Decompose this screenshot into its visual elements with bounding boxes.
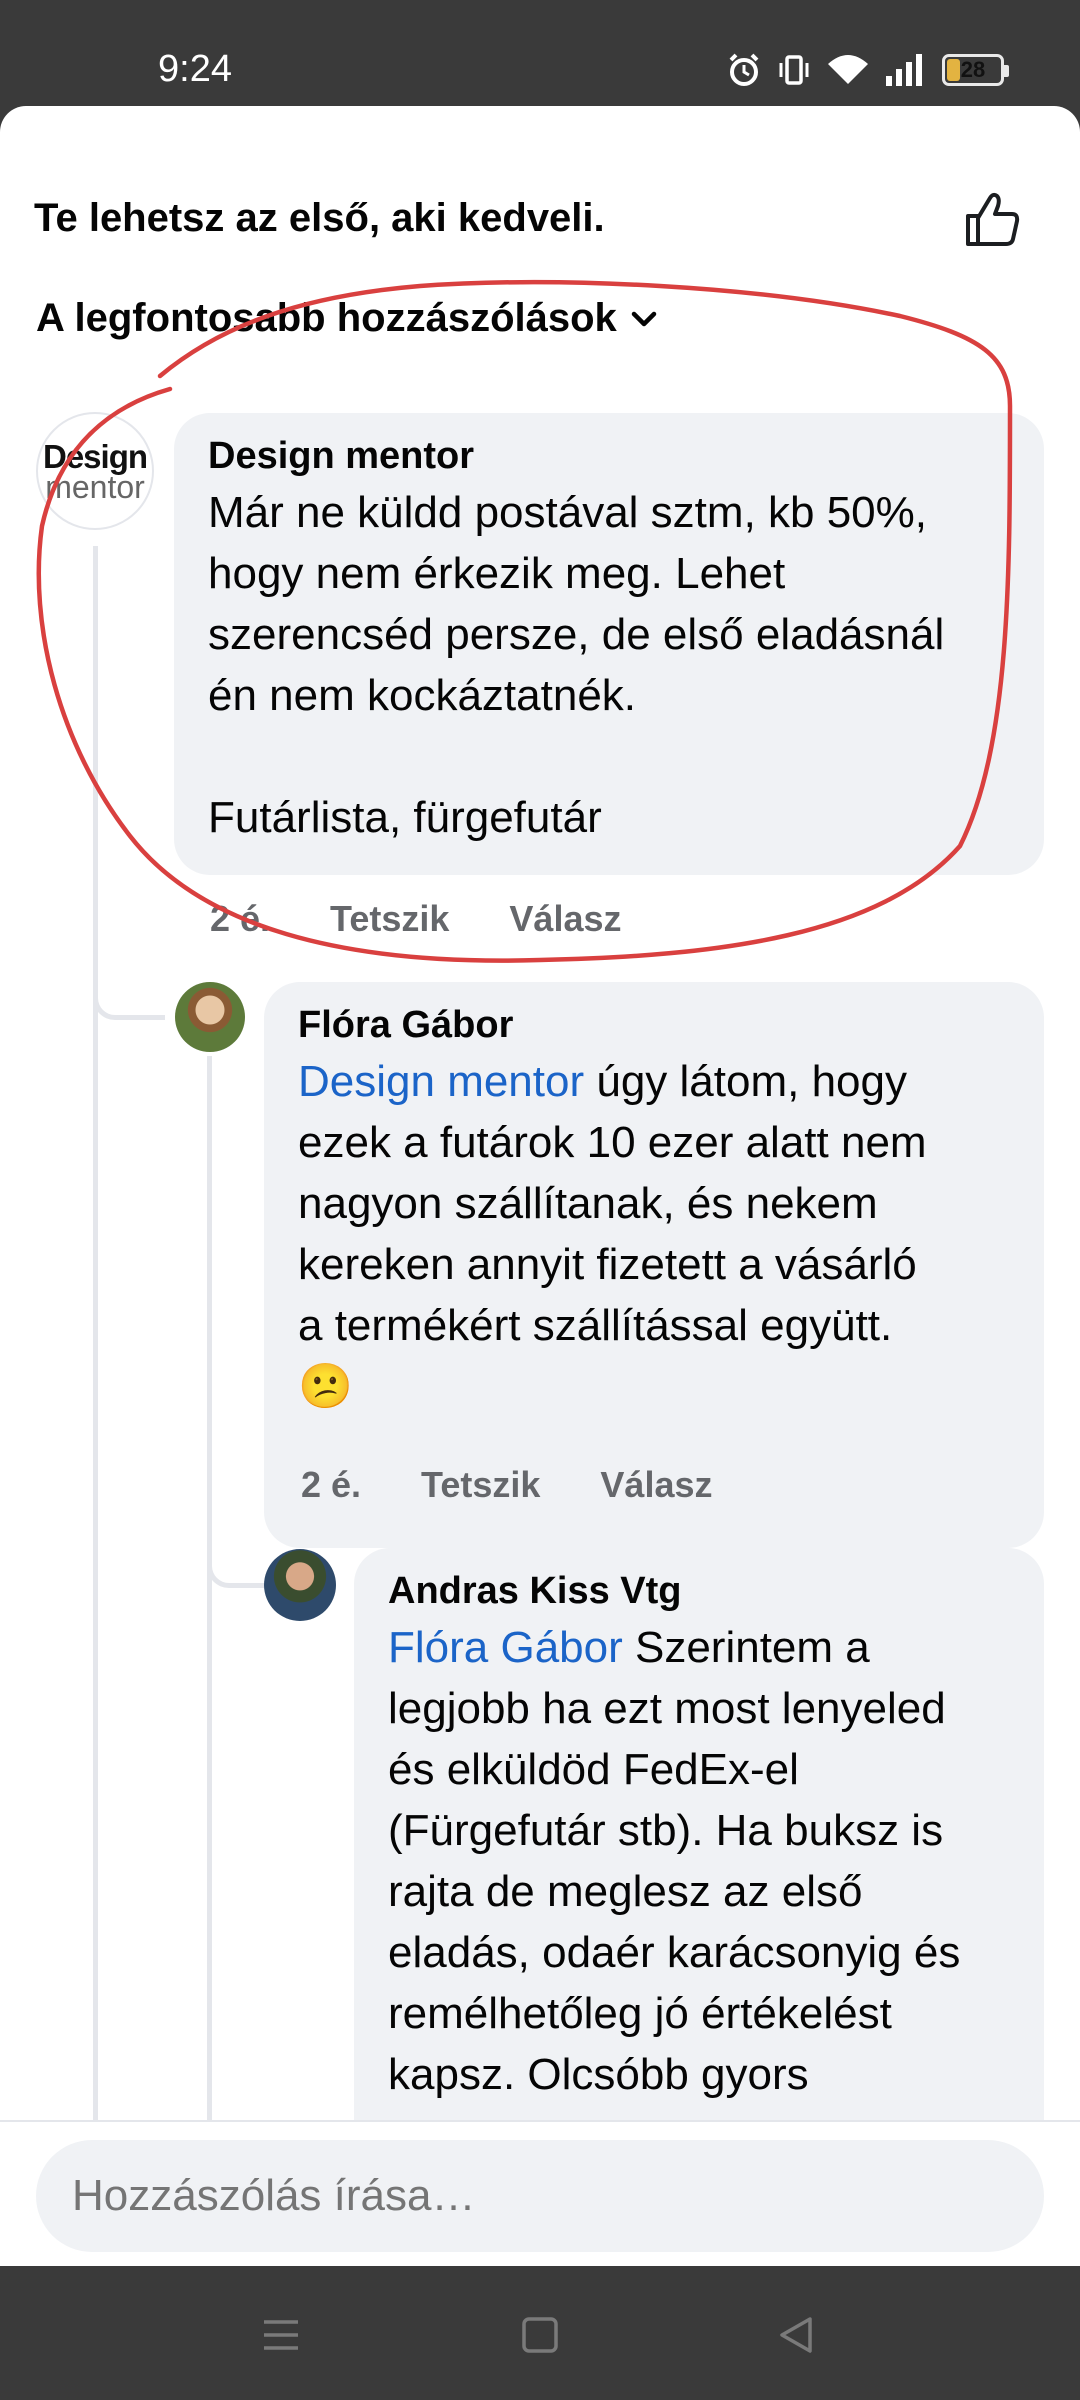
comment-author[interactable]: Design mentor — [208, 435, 1012, 478]
comment-input[interactable] — [36, 2140, 1044, 2252]
comment-text: Már ne küldd postával sztm, kb 50%, hogy… — [208, 488, 945, 842]
back-triangle-icon[interactable] — [772, 2310, 822, 2360]
avatar[interactable]: Design mentor — [36, 412, 154, 530]
comment-time[interactable]: 2 é. — [210, 898, 270, 940]
comment-author[interactable]: Andras Kiss Vtg — [388, 1570, 1012, 1613]
like-button[interactable]: Tetszik — [330, 898, 449, 940]
thread-connector — [93, 986, 165, 1020]
reply-button[interactable]: Válasz — [509, 898, 621, 940]
thread-connector — [207, 1556, 265, 1588]
comment-text: Flóra Gábor Szerintem a legjobb ha ezt m… — [388, 1623, 961, 2099]
chevron-down-icon — [631, 311, 657, 326]
sort-label: A legfontosabb hozzászólások — [36, 296, 617, 340]
comment-actions: 2 é. Tetszik Válasz — [301, 1464, 713, 1506]
status-bar: 9:24 28 — [0, 0, 1080, 106]
status-icons: 28 — [726, 48, 1009, 92]
alarm-icon — [729, 53, 759, 86]
thread-line — [207, 1056, 212, 2126]
mention-link[interactable]: Design mentor — [298, 1057, 584, 1106]
battery-icon: 28 — [942, 54, 1009, 86]
system-nav-bar — [0, 2266, 1080, 2400]
comment-actions: 2 é. Tetszik Válasz — [210, 898, 622, 940]
menu-icon[interactable] — [256, 2310, 306, 2360]
avatar[interactable] — [175, 982, 245, 1052]
comment-bubble: Andras Kiss Vtg Flóra Gábor Szerintem a … — [354, 1548, 1044, 2188]
thread-line — [93, 546, 98, 2126]
sort-dropdown[interactable]: A legfontosabb hozzászólások — [36, 296, 659, 341]
reactions-text: Te lehetsz az első, aki kedveli. — [34, 196, 605, 240]
avatar[interactable] — [264, 1549, 336, 1621]
comment-time[interactable]: 2 é. — [301, 1464, 361, 1506]
vibrate-icon — [779, 55, 809, 85]
status-time: 9:24 — [158, 48, 232, 90]
comment-bubble: Design mentor Már ne küldd postával sztm… — [174, 413, 1044, 875]
reactions-row: Te lehetsz az első, aki kedveli. — [34, 150, 1046, 246]
reply-button[interactable]: Válasz — [600, 1464, 712, 1506]
comment-author[interactable]: Flóra Gábor — [298, 1004, 1012, 1047]
comments-sheet: Te lehetsz az első, aki kedveli. A legfo… — [0, 106, 1080, 2266]
signal-icon — [886, 54, 922, 86]
battery-level: 28 — [960, 57, 986, 82]
like-thumb-icon[interactable] — [962, 190, 1022, 250]
composer-bar — [0, 2120, 1080, 2266]
like-button[interactable]: Tetszik — [421, 1464, 540, 1506]
mention-link[interactable]: Flóra Gábor — [388, 1623, 623, 1672]
comment-text: Design mentor úgy látom, hogy ezek a fut… — [298, 1057, 927, 1411]
home-square-icon[interactable] — [515, 2310, 565, 2360]
wifi-icon — [828, 55, 868, 84]
